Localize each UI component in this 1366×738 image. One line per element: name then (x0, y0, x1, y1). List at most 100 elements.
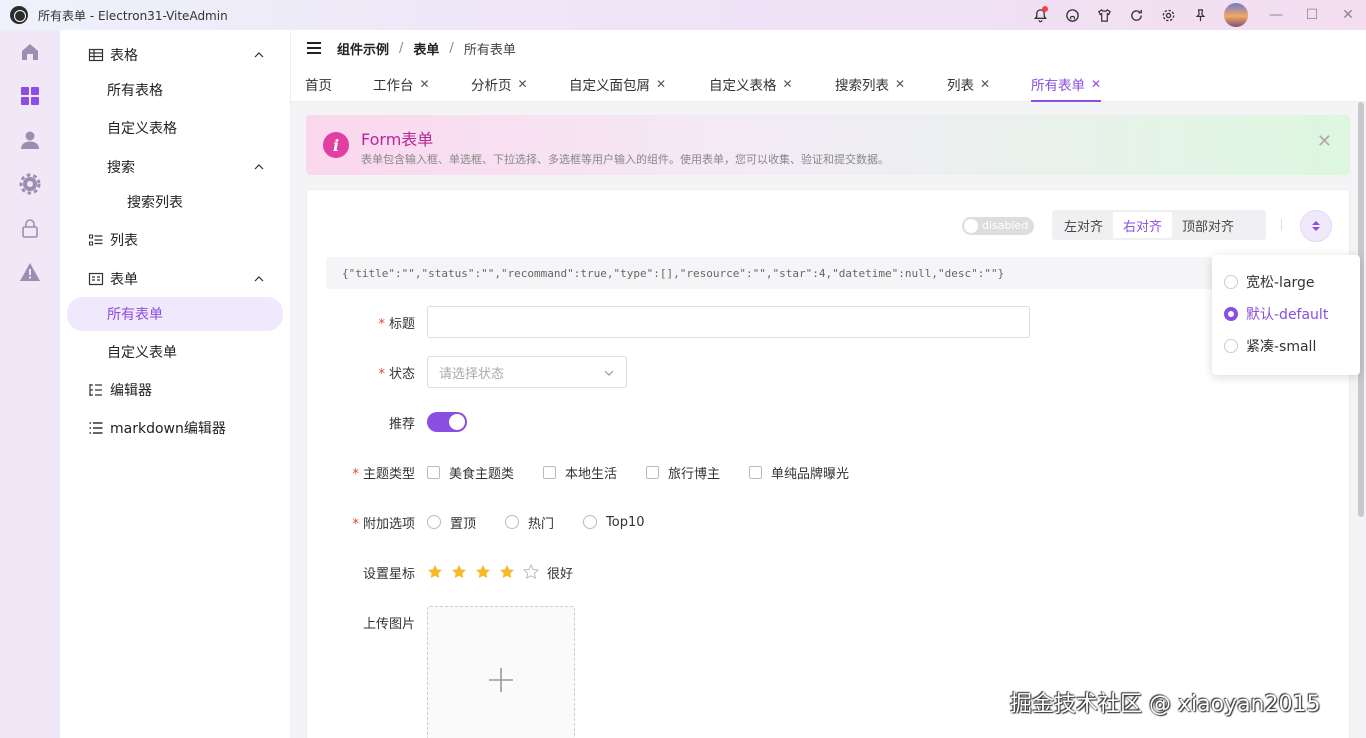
menu-group-form[interactable]: 表单 (60, 262, 291, 296)
lock-icon[interactable] (0, 206, 60, 250)
close-icon[interactable]: ✕ (895, 77, 905, 91)
checkbox-label: 本地生活 (565, 466, 618, 482)
star-rating[interactable]: 很好 (427, 556, 573, 588)
size-toggle-button[interactable] (1300, 210, 1332, 242)
menu-toggle-icon[interactable] (307, 42, 321, 54)
menu-item-custom-table[interactable]: 自定义表格 (60, 111, 291, 145)
align-right-option[interactable]: 右对齐 (1113, 212, 1173, 238)
list-icon (88, 232, 104, 248)
alert-description: 表单包含输入框、单选框、下拉选择、多选框等用户输入的组件。使用表单，您可以收集、… (361, 153, 889, 166)
window-title: 所有表单 - Electron31-ViteAdmin (38, 8, 228, 23)
type-checkbox[interactable]: 单纯品牌曝光 (749, 463, 849, 482)
icon-sidebar (0, 30, 60, 738)
type-checkbox[interactable]: 本地生活 (543, 463, 617, 482)
avatar[interactable] (1224, 3, 1248, 27)
option-label: 紧凑-small (1246, 339, 1317, 355)
extra-radio[interactable]: 热门 (505, 513, 554, 532)
refresh-icon[interactable] (1120, 0, 1152, 30)
menu-item-custom-form[interactable]: 自定义表单 (60, 335, 291, 369)
image-upload[interactable] (427, 606, 575, 738)
tab-home[interactable]: 首页 (305, 66, 332, 102)
select-placeholder: 请选择状态 (439, 366, 505, 382)
form-row-status: * 状态 请选择状态 (307, 356, 1347, 388)
chevron-down-icon (604, 370, 614, 376)
label-text: 状态 (388, 367, 415, 382)
menu-item-markdown-editor[interactable]: markdown编辑器 (60, 411, 291, 445)
close-icon[interactable]: ✕ (980, 77, 990, 91)
menu-group-search[interactable]: 搜索 (60, 150, 291, 184)
gear-icon[interactable] (0, 162, 60, 206)
menu-item-list[interactable]: 列表 (60, 223, 291, 257)
close-icon[interactable]: ✕ (518, 77, 528, 91)
close-button[interactable]: ✕ (1330, 0, 1366, 30)
user-icon[interactable] (0, 118, 60, 162)
close-icon[interactable]: ✕ (1317, 131, 1332, 152)
tab-custom-table[interactable]: 自定义表格 ✕ (709, 66, 793, 102)
breadcrumb-item[interactable]: 组件示例 (337, 39, 389, 58)
maximize-button[interactable]: ☐ (1294, 0, 1330, 30)
tab-list[interactable]: 列表 ✕ (947, 66, 990, 102)
shirt-icon[interactable] (1088, 0, 1120, 30)
size-option-large[interactable]: 宽松-large (1224, 271, 1315, 293)
menu-item-all-forms[interactable]: 所有表单 (67, 297, 283, 331)
star-icon[interactable] (499, 564, 515, 580)
tab-label: 搜索列表 (835, 78, 889, 94)
tab-workbench[interactable]: 工作台 ✕ (373, 66, 430, 102)
radio-label: 置顶 (450, 516, 477, 532)
field-label: * 主题类型 (352, 463, 415, 482)
dashboard-icon[interactable] (0, 74, 60, 118)
star-icon[interactable] (523, 564, 539, 580)
star-icon[interactable] (451, 564, 467, 580)
align-top-option[interactable]: 顶部对齐 (1172, 212, 1244, 238)
settings-icon[interactable] (1152, 0, 1184, 30)
menu-item-editor[interactable]: 编辑器 (60, 373, 291, 407)
home-icon[interactable] (0, 30, 60, 74)
size-option-small[interactable]: 紧凑-small (1224, 335, 1316, 357)
tab-label: 所有表单 (1031, 78, 1085, 94)
close-icon[interactable]: ✕ (783, 77, 793, 91)
type-checkbox[interactable]: 美食主题类 (427, 463, 514, 482)
type-checkbox[interactable]: 旅行博主 (646, 463, 720, 482)
disabled-switch[interactable]: disabled (962, 217, 1034, 235)
label-text: 标题 (388, 317, 415, 332)
menu-label: 自定义表单 (107, 345, 177, 361)
breadcrumb-current: 所有表单 (463, 42, 516, 58)
tab-search-list[interactable]: 搜索列表 ✕ (835, 66, 905, 102)
github-icon[interactable] (1056, 0, 1088, 30)
tab-all-forms[interactable]: 所有表单 ✕ (1031, 66, 1102, 102)
radio-label: 热门 (528, 516, 555, 532)
form-row-title: * 标题 (307, 306, 1347, 338)
status-select[interactable]: 请选择状态 (427, 356, 627, 388)
star-icon[interactable] (427, 564, 443, 580)
minimize-button[interactable]: — (1258, 0, 1294, 30)
extra-radio[interactable]: Top10 (583, 515, 645, 530)
align-left-option[interactable]: 左对齐 (1054, 212, 1113, 238)
menu-group-table[interactable]: 表格 (60, 38, 291, 72)
menu-item-all-tables[interactable]: 所有表格 (60, 73, 291, 107)
option-label: 默认-default (1246, 307, 1329, 323)
breadcrumb-item[interactable]: 表单 (413, 39, 439, 58)
title-input[interactable] (427, 306, 1030, 338)
tab-custom-breadcrumb[interactable]: 自定义面包屑 ✕ (569, 66, 666, 102)
star-icon[interactable] (475, 564, 491, 580)
size-option-default[interactable]: 默认-default (1224, 303, 1328, 325)
field-label: * 附加选项 (352, 513, 415, 532)
checkbox-box (543, 465, 557, 479)
bell-icon[interactable] (1024, 0, 1056, 30)
chevron-up-icon (254, 164, 264, 170)
tab-analysis[interactable]: 分析页 ✕ (471, 66, 528, 102)
radio-circle (1224, 339, 1238, 353)
close-icon[interactable]: ✕ (1091, 77, 1101, 91)
checkbox-box (427, 465, 440, 479)
close-icon[interactable]: ✕ (656, 77, 666, 91)
extra-radio[interactable]: 置顶 (427, 513, 476, 532)
menu-label: 表单 (110, 272, 138, 288)
recommend-switch[interactable] (427, 412, 467, 432)
close-icon[interactable]: ✕ (420, 77, 430, 91)
menu-item-search-list[interactable]: 搜索列表 (60, 185, 291, 219)
warning-icon[interactable] (0, 250, 60, 294)
form-icon (88, 271, 104, 287)
pin-icon[interactable] (1184, 0, 1216, 30)
table-icon (88, 47, 104, 63)
menu-label: 表格 (110, 48, 138, 64)
